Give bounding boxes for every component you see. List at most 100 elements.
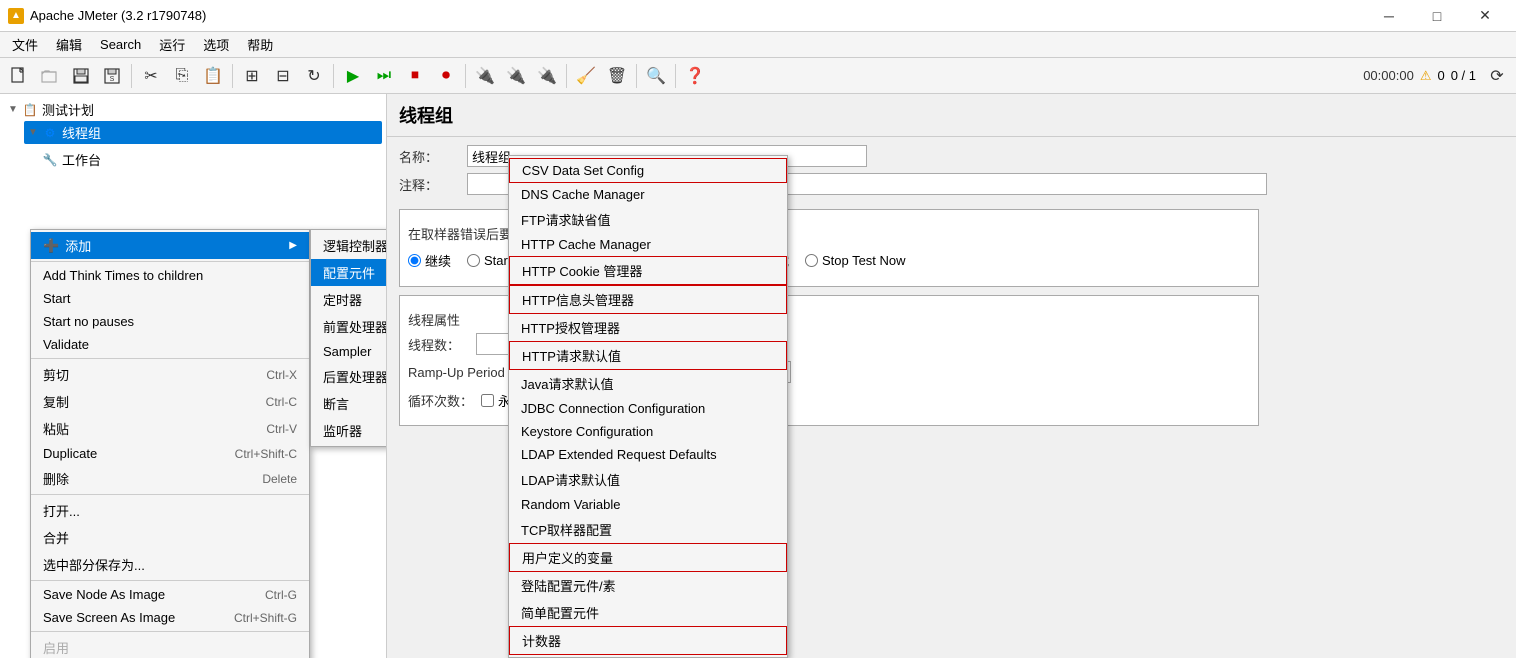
menu-options[interactable]: 选项 bbox=[195, 33, 237, 56]
ctx-ldap[interactable]: LDAP请求默认值 bbox=[509, 466, 787, 493]
tb-expand[interactable]: ⊞ bbox=[237, 61, 267, 91]
ctx-http-auth[interactable]: HTTP授权管理器 bbox=[509, 314, 787, 341]
ctx-duplicate[interactable]: DuplicateCtrl+Shift-C bbox=[31, 442, 309, 465]
toolbar-warning-count: 0 bbox=[1437, 68, 1444, 83]
menu-bar: 文件 编辑 Search 运行 选项 帮助 bbox=[0, 32, 1516, 58]
ctx-merge[interactable]: 合并 bbox=[31, 524, 309, 551]
ctx-dup-shortcut: Ctrl+Shift-C bbox=[235, 447, 297, 461]
ctx-add[interactable]: ➕添加 ▶ bbox=[31, 232, 309, 259]
tb-remote-stop-all[interactable]: 🔌 bbox=[532, 61, 562, 91]
tb-help[interactable]: ❓ bbox=[680, 61, 710, 91]
ctx-delete[interactable]: 删除Delete bbox=[31, 465, 309, 492]
radio-continue-label: 继续 bbox=[425, 251, 451, 270]
tb-run[interactable]: ▶ bbox=[338, 61, 368, 91]
ctx-random[interactable]: Random Variable bbox=[509, 493, 787, 516]
tb-remote-stop[interactable]: 🔌 bbox=[501, 61, 531, 91]
maximize-button[interactable]: □ bbox=[1414, 0, 1460, 32]
tb-new[interactable] bbox=[4, 61, 34, 91]
ctx-start-nopause[interactable]: Start no pauses bbox=[31, 310, 309, 333]
tree-arrow: ▼ bbox=[8, 104, 18, 115]
ctx-save-screen-image[interactable]: Save Screen As ImageCtrl+Shift-G bbox=[31, 606, 309, 629]
tb-clear[interactable]: 🧹 bbox=[571, 61, 601, 91]
ctx-uservars[interactable]: 用户定义的变量 bbox=[509, 543, 787, 572]
tb-toggle[interactable]: ↻ bbox=[299, 61, 329, 91]
minimize-button[interactable]: ─ bbox=[1366, 0, 1412, 32]
menu-help[interactable]: 帮助 bbox=[239, 33, 281, 56]
tb-collapse[interactable]: ⊟ bbox=[268, 61, 298, 91]
ctx-enable[interactable]: 启用 bbox=[31, 634, 309, 658]
toolbar-separator-7 bbox=[675, 64, 676, 88]
ctx-login[interactable]: 登陆配置元件/素 bbox=[509, 572, 787, 599]
ctx-start[interactable]: Start bbox=[31, 287, 309, 310]
ctx-http-cookie[interactable]: HTTP Cookie 管理器 bbox=[509, 256, 787, 285]
tb-open[interactable] bbox=[35, 61, 65, 91]
ctx-ldap-ext[interactable]: LDAP Extended Request Defaults bbox=[509, 443, 787, 466]
ctx-preproc[interactable]: 前置处理器▶ bbox=[311, 313, 387, 340]
toolbar-warning: ⚠ bbox=[1420, 68, 1432, 84]
left-panel: ▼ 📋 测试计划 ▼ ⚙ 线程组 🔧 工作台 ➕添加 bbox=[0, 94, 387, 658]
ctx-save-selection[interactable]: 选中部分保存为... bbox=[31, 551, 309, 578]
tb-copy[interactable]: ⎘ bbox=[167, 61, 197, 91]
workbench-label: 工作台 bbox=[62, 150, 101, 169]
menu-search[interactable]: Search bbox=[92, 35, 149, 54]
loop-label: 循环次数： bbox=[408, 391, 473, 410]
title-bar: ▲ Apache JMeter (3.2 r1790748) ─ □ ✕ bbox=[0, 0, 1516, 32]
tb-stop[interactable]: ⏹ bbox=[400, 61, 430, 91]
menu-file[interactable]: 文件 bbox=[4, 33, 46, 56]
ctx-counter[interactable]: 计数器 bbox=[509, 626, 787, 655]
threadgroup-label: 线程组 bbox=[62, 123, 101, 142]
ctx-open[interactable]: 打开... bbox=[31, 497, 309, 524]
tb-paste[interactable]: 📋 bbox=[198, 61, 228, 91]
radio-stop-now[interactable]: Stop Test Now bbox=[805, 253, 906, 268]
tree-item-workbench[interactable]: 🔧 工作台 bbox=[24, 148, 382, 171]
toolbar-separator-5 bbox=[566, 64, 567, 88]
menu-edit[interactable]: 编辑 bbox=[48, 33, 90, 56]
ctx-http-cache[interactable]: HTTP Cache Manager bbox=[509, 233, 787, 256]
tb-clear-all[interactable]: 🗑 bbox=[602, 61, 632, 91]
ctx-logic[interactable]: 逻辑控制器▶ bbox=[311, 232, 387, 259]
tb-counter-reset[interactable]: ⟳ bbox=[1482, 61, 1512, 91]
title-controls[interactable]: ─ □ ✕ bbox=[1366, 0, 1508, 32]
tb-shutdown[interactable]: ⏺ bbox=[431, 61, 461, 91]
ctx-http-header[interactable]: HTTP信息头管理器 bbox=[509, 285, 787, 314]
ctx-listener[interactable]: 监听器▶ bbox=[311, 417, 387, 444]
ctx-cut[interactable]: 剪切Ctrl-X bbox=[31, 361, 309, 388]
ctx-simple-config[interactable]: 简单配置元件 bbox=[509, 599, 787, 626]
tb-cut[interactable]: ✂ bbox=[136, 61, 166, 91]
ctx-config[interactable]: 配置元件▶ bbox=[311, 259, 387, 286]
menu-run[interactable]: 运行 bbox=[151, 33, 193, 56]
ctx-think-times[interactable]: Add Think Times to children bbox=[31, 264, 309, 287]
ctx-ftp[interactable]: FTP请求缺省值 bbox=[509, 206, 787, 233]
tb-run-nopause[interactable]: ⏭ bbox=[369, 61, 399, 91]
ctx-jdbc[interactable]: JDBC Connection Configuration bbox=[509, 397, 787, 420]
ctx-assert[interactable]: 断言▶ bbox=[311, 390, 387, 417]
tree-item-testplan[interactable]: ▼ 📋 测试计划 bbox=[4, 98, 382, 121]
close-button[interactable]: ✕ bbox=[1462, 0, 1508, 32]
ctx-dns[interactable]: DNS Cache Manager bbox=[509, 183, 787, 206]
tree-item-threadgroup[interactable]: ▼ ⚙ 线程组 bbox=[24, 121, 382, 144]
ctx-validate[interactable]: Validate bbox=[31, 333, 309, 356]
ctx-csv[interactable]: CSV Data Set Config bbox=[509, 158, 787, 183]
toolbar-timer: 00:00:00 bbox=[1363, 68, 1414, 83]
ctx-tcp[interactable]: TCP取样器配置 bbox=[509, 516, 787, 543]
ctx-paste[interactable]: 粘贴Ctrl-V bbox=[31, 415, 309, 442]
ctx-keystore[interactable]: Keystore Configuration bbox=[509, 420, 787, 443]
radio-stop-now-input[interactable] bbox=[805, 254, 818, 267]
ctx-copy[interactable]: 复制Ctrl-C bbox=[31, 388, 309, 415]
radio-continue[interactable]: 继续 bbox=[408, 251, 451, 270]
ctx-sampler[interactable]: Sampler▶ bbox=[311, 340, 387, 363]
ctx-save-node-image[interactable]: Save Node As ImageCtrl-G bbox=[31, 583, 309, 606]
ctx-java-defaults[interactable]: Java请求默认值 bbox=[509, 370, 787, 397]
testplan-icon: 📋 bbox=[22, 102, 38, 118]
ctx-http-defaults[interactable]: HTTP请求默认值 bbox=[509, 341, 787, 370]
tb-search[interactable]: 🔍 bbox=[641, 61, 671, 91]
radio-continue-input[interactable] bbox=[408, 254, 421, 267]
tb-saveas[interactable]: S bbox=[97, 61, 127, 91]
right-header: 线程组 bbox=[387, 94, 1516, 137]
ctx-timer[interactable]: 定时器▶ bbox=[311, 286, 387, 313]
radio-next-loop-input[interactable] bbox=[467, 254, 480, 267]
ctx-postproc[interactable]: 后置处理器▶ bbox=[311, 363, 387, 390]
tb-remote-run[interactable]: 🔌 bbox=[470, 61, 500, 91]
tb-save[interactable] bbox=[66, 61, 96, 91]
forever-checkbox[interactable] bbox=[481, 394, 494, 407]
